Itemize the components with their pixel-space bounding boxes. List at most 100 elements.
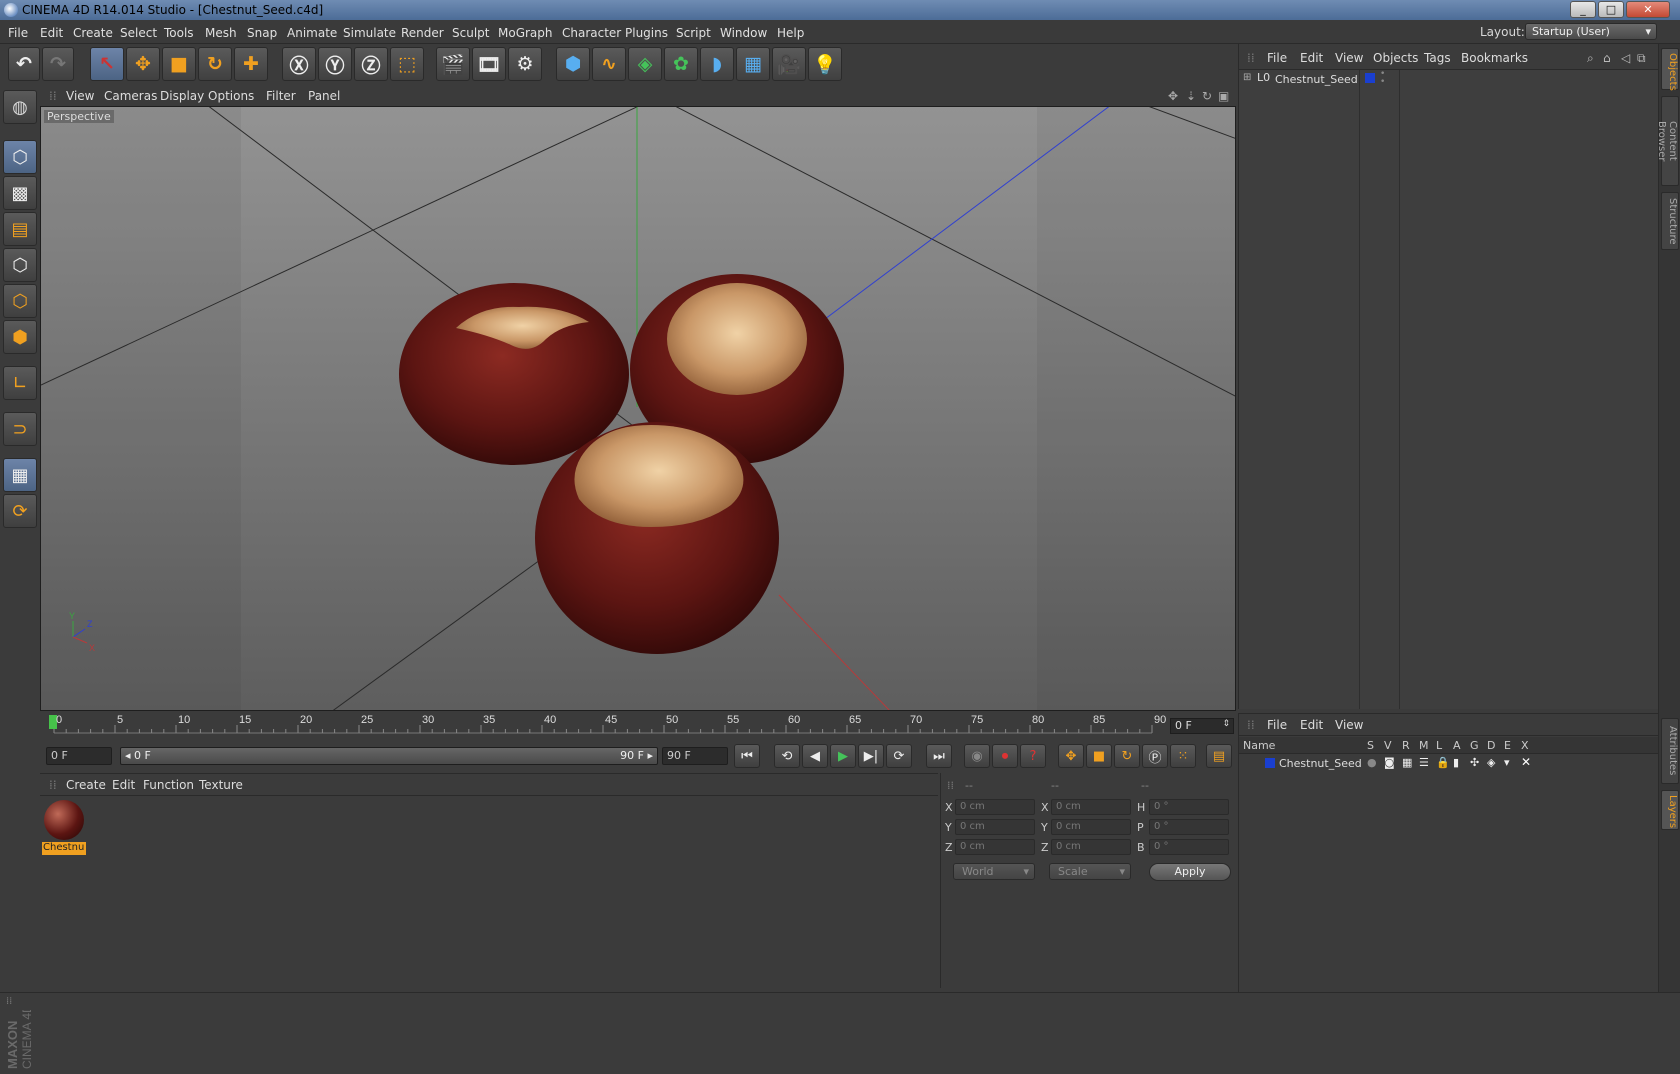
- obj-menu-edit[interactable]: Edit: [1300, 51, 1323, 65]
- polygons-mode-icon[interactable]: ⬢: [3, 320, 37, 354]
- x-axis-icon[interactable]: Ⓧ: [282, 47, 316, 81]
- menu-help[interactable]: Help: [777, 26, 804, 40]
- visibility-dots-icon[interactable]: • •: [1380, 70, 1385, 87]
- viewport-rotate-icon[interactable]: ↻: [1202, 89, 1212, 103]
- layer-menu-file[interactable]: File: [1267, 718, 1287, 732]
- menu-script[interactable]: Script: [676, 26, 711, 40]
- menu-create[interactable]: Create: [73, 26, 113, 40]
- viewport-menu-view[interactable]: View: [66, 89, 94, 103]
- tab-objects[interactable]: Objects: [1661, 48, 1679, 91]
- workplane-icon[interactable]: ▤: [3, 212, 37, 246]
- key-rotation-icon[interactable]: ↻: [1114, 744, 1140, 768]
- coord-transform-select[interactable]: Scale ▾: [1049, 863, 1131, 880]
- start-frame-field[interactable]: 0 F: [46, 747, 112, 765]
- menu-simulate[interactable]: Simulate: [343, 26, 396, 40]
- viewport-zoom-icon[interactable]: ⇣: [1186, 89, 1196, 103]
- column-generators[interactable]: G: [1470, 739, 1479, 752]
- menu-character[interactable]: Character: [562, 26, 621, 40]
- go-to-start-icon[interactable]: ⏮: [734, 744, 760, 768]
- texture-mode-icon[interactable]: ▩: [3, 176, 37, 210]
- render-picture-viewer-icon[interactable]: 🎞: [472, 47, 506, 81]
- range-slider[interactable]: ◂ 0 F 90 F ▸: [120, 747, 658, 765]
- layer-name[interactable]: Chestnut_Seed: [1279, 757, 1362, 770]
- back-icon[interactable]: ◁: [1621, 51, 1630, 65]
- snap-magnet-icon[interactable]: ⊃: [3, 412, 37, 446]
- undo-icon[interactable]: ↶: [8, 47, 40, 81]
- axis-mode-icon[interactable]: ∟: [3, 366, 37, 400]
- menu-plugins[interactable]: Plugins: [625, 26, 668, 40]
- expand-icon[interactable]: ⊞: [1243, 72, 1251, 83]
- viewport-menu-options[interactable]: Options: [208, 89, 254, 103]
- key-parameter-icon[interactable]: Ⓟ: [1142, 744, 1168, 768]
- model-mode-icon[interactable]: ⬡: [3, 140, 37, 174]
- menu-mesh[interactable]: Mesh: [205, 26, 237, 40]
- home-icon[interactable]: ⌂: [1603, 51, 1611, 65]
- viewport-pan-icon[interactable]: ✥: [1168, 89, 1178, 103]
- render-icon[interactable]: ▦: [1402, 756, 1412, 769]
- material-menu-edit[interactable]: Edit: [112, 778, 135, 792]
- menu-window[interactable]: Window: [720, 26, 767, 40]
- layer-menu-view[interactable]: View: [1335, 718, 1363, 732]
- column-view[interactable]: V: [1384, 739, 1392, 752]
- view-icon[interactable]: ◙: [1384, 756, 1395, 769]
- viewport-maximize-icon[interactable]: ▣: [1218, 89, 1229, 103]
- coord-mode-select[interactable]: World ▾: [953, 863, 1035, 880]
- size-x-field[interactable]: 0 cm: [1051, 799, 1131, 815]
- column-solo[interactable]: S: [1367, 739, 1374, 752]
- layout-select[interactable]: Startup (User) ▾: [1525, 23, 1657, 40]
- menu-mograph[interactable]: MoGraph: [498, 26, 553, 40]
- size-y-field[interactable]: 0 cm: [1051, 819, 1131, 835]
- key-scale-icon[interactable]: ■: [1086, 744, 1112, 768]
- tab-content-browser[interactable]: Content Browser: [1656, 96, 1679, 186]
- points-mode-icon[interactable]: ⬡: [3, 248, 37, 282]
- column-locked[interactable]: L: [1436, 739, 1442, 752]
- material-menu-function[interactable]: Function: [143, 778, 194, 792]
- next-frame-icon[interactable]: ▶|: [858, 744, 884, 768]
- pos-y-field[interactable]: 0 cm: [955, 819, 1035, 835]
- tab-attributes[interactable]: Attributes: [1661, 718, 1679, 784]
- generator-icon[interactable]: ✣: [1470, 756, 1479, 769]
- make-editable-icon[interactable]: ◍: [3, 90, 37, 124]
- render-view-icon[interactable]: 🎬: [436, 47, 470, 81]
- object-name[interactable]: Chestnut_Seed: [1275, 73, 1358, 86]
- menu-file[interactable]: File: [8, 26, 28, 40]
- material-menu-texture[interactable]: Texture: [199, 778, 243, 792]
- camera-icon[interactable]: 🎥: [772, 47, 806, 81]
- viewport-menu-cameras[interactable]: Cameras: [104, 89, 157, 103]
- size-z-field[interactable]: 0 cm: [1051, 839, 1131, 855]
- material-item[interactable]: Chestnu: [42, 798, 86, 856]
- viewport-menu-filter[interactable]: Filter: [266, 89, 296, 103]
- xref-icon[interactable]: ✕: [1521, 755, 1531, 769]
- pos-z-field[interactable]: 0 cm: [955, 839, 1035, 855]
- autokey-icon[interactable]: ⏺: [992, 744, 1018, 768]
- minimize-button[interactable]: _: [1570, 1, 1596, 18]
- viewport-menu-panel[interactable]: Panel: [308, 89, 340, 103]
- layer-row[interactable]: Chestnut_Seed ● ◙ ▦ ☰ 🔒 ▮ ✣ ◈ ▾ ✕: [1239, 755, 1659, 772]
- column-manager[interactable]: M: [1419, 739, 1429, 752]
- obj-menu-view[interactable]: View: [1335, 51, 1363, 65]
- rotate-icon[interactable]: ↻: [198, 47, 232, 81]
- timeline-window-icon[interactable]: ▤: [1206, 744, 1232, 768]
- y-axis-icon[interactable]: Ⓨ: [318, 47, 352, 81]
- tab-structure[interactable]: Structure: [1661, 192, 1679, 250]
- scale-icon[interactable]: ■: [162, 47, 196, 81]
- close-button[interactable]: ✕: [1626, 1, 1670, 18]
- nurbs-icon[interactable]: ◈: [628, 47, 662, 81]
- edges-mode-icon[interactable]: ⬡: [3, 284, 37, 318]
- rot-b-field[interactable]: 0 °: [1149, 839, 1229, 855]
- pos-x-field[interactable]: 0 cm: [955, 799, 1035, 815]
- expression-icon[interactable]: ▾: [1504, 756, 1510, 769]
- play-icon[interactable]: ▶: [830, 744, 856, 768]
- obj-menu-file[interactable]: File: [1267, 51, 1287, 65]
- maximize-button[interactable]: □: [1598, 1, 1624, 18]
- redo-icon[interactable]: ↷: [42, 47, 74, 81]
- light-icon[interactable]: 💡: [808, 47, 842, 81]
- menu-sculpt[interactable]: Sculpt: [452, 26, 489, 40]
- current-frame-field[interactable]: 0 F ⇕: [1170, 718, 1234, 734]
- menu-render[interactable]: Render: [401, 26, 444, 40]
- material-menu-create[interactable]: Create: [66, 778, 106, 792]
- previous-frame-icon[interactable]: ◀: [802, 744, 828, 768]
- spinner-icon[interactable]: ⇕: [1222, 719, 1230, 729]
- live-selection-icon[interactable]: ↖: [90, 47, 124, 81]
- coordinate-system-icon[interactable]: ⬚: [390, 47, 424, 81]
